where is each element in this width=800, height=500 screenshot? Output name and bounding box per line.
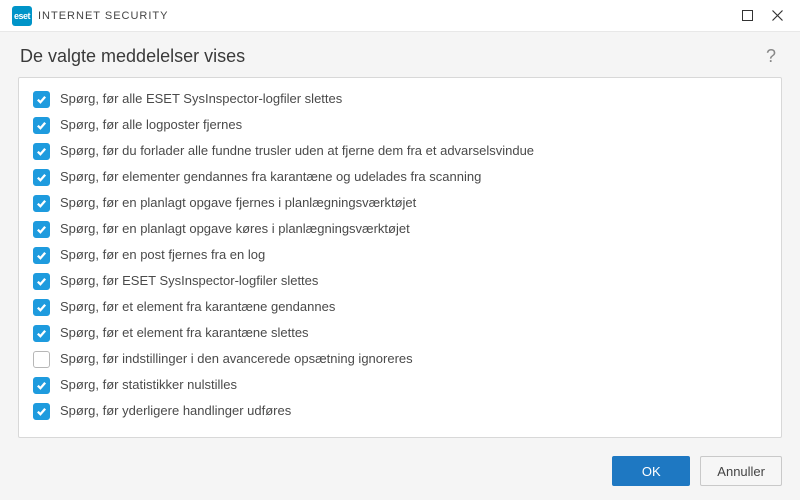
- notification-label: Spørg, før yderligere handlinger udføres: [60, 402, 291, 420]
- notification-checkbox[interactable]: [33, 377, 50, 394]
- list-item: Spørg, før et element fra karantæne gend…: [19, 294, 781, 320]
- check-icon: [36, 172, 47, 183]
- notification-label: Spørg, før statistikker nulstilles: [60, 376, 237, 394]
- list-item: Spørg, før alle logposter fjernes: [19, 112, 781, 138]
- check-icon: [36, 276, 47, 287]
- notification-label: Spørg, før alle logposter fjernes: [60, 116, 242, 134]
- list-item: Spørg, før elementer gendannes fra karan…: [19, 164, 781, 190]
- notification-label: Spørg, før et element fra karantæne gend…: [60, 298, 335, 316]
- titlebar: eset INTERNET SECURITY: [0, 0, 800, 32]
- notification-label: Spørg, før en post fjernes fra en log: [60, 246, 265, 264]
- notification-checkbox[interactable]: [33, 325, 50, 342]
- dialog-window: eset INTERNET SECURITY De valgte meddele…: [0, 0, 800, 500]
- list-item: Spørg, før en planlagt opgave fjernes i …: [19, 190, 781, 216]
- notification-checkbox[interactable]: [33, 117, 50, 134]
- notification-checkbox[interactable]: [33, 247, 50, 264]
- maximize-icon: [742, 10, 753, 21]
- list-item: Spørg, før et element fra karantæne slet…: [19, 320, 781, 346]
- maximize-button[interactable]: [732, 2, 762, 30]
- close-button[interactable]: [762, 2, 792, 30]
- check-icon: [36, 146, 47, 157]
- check-icon: [36, 198, 47, 209]
- notifications-panel: Spørg, før alle ESET SysInspector-logfil…: [18, 77, 782, 438]
- notification-label: Spørg, før elementer gendannes fra karan…: [60, 168, 481, 186]
- notification-label: Spørg, før en planlagt opgave køres i pl…: [60, 220, 410, 238]
- check-icon: [36, 380, 47, 391]
- notification-checkbox[interactable]: [33, 169, 50, 186]
- check-icon: [36, 406, 47, 417]
- notification-checkbox[interactable]: [33, 195, 50, 212]
- notification-checkbox[interactable]: [33, 143, 50, 160]
- help-button[interactable]: ?: [762, 46, 780, 67]
- dialog-footer: OK Annuller: [0, 446, 800, 500]
- list-item: Spørg, før du forlader alle fundne trusl…: [19, 138, 781, 164]
- check-icon: [36, 224, 47, 235]
- list-item: Spørg, før ESET SysInspector-logfiler sl…: [19, 268, 781, 294]
- notification-checkbox[interactable]: [33, 299, 50, 316]
- check-icon: [36, 328, 47, 339]
- notification-label: Spørg, før indstillinger i den avancered…: [60, 350, 413, 368]
- notification-checkbox[interactable]: [33, 351, 50, 368]
- list-item: Spørg, før statistikker nulstilles: [19, 372, 781, 398]
- notification-label: Spørg, før ESET SysInspector-logfiler sl…: [60, 272, 318, 290]
- list-item: Spørg, før alle ESET SysInspector-logfil…: [19, 86, 781, 112]
- notification-label: Spørg, før et element fra karantæne slet…: [60, 324, 309, 342]
- notifications-list[interactable]: Spørg, før alle ESET SysInspector-logfil…: [19, 78, 781, 437]
- check-icon: [36, 94, 47, 105]
- notification-checkbox[interactable]: [33, 91, 50, 108]
- check-icon: [36, 250, 47, 261]
- list-item: Spørg, før en post fjernes fra en log: [19, 242, 781, 268]
- notification-checkbox[interactable]: [33, 403, 50, 420]
- check-icon: [36, 120, 47, 131]
- app-logo: eset INTERNET SECURITY: [12, 6, 168, 26]
- product-name: INTERNET SECURITY: [38, 10, 168, 22]
- notification-label: Spørg, før du forlader alle fundne trusl…: [60, 142, 534, 160]
- check-icon: [36, 302, 47, 313]
- eset-logo-icon: eset: [12, 6, 32, 26]
- ok-button[interactable]: OK: [612, 456, 690, 486]
- notification-label: Spørg, før alle ESET SysInspector-logfil…: [60, 90, 342, 108]
- close-icon: [772, 10, 783, 21]
- page-title: De valgte meddelelser vises: [20, 46, 762, 67]
- dialog-header: De valgte meddelelser vises ?: [0, 32, 800, 77]
- notification-checkbox[interactable]: [33, 221, 50, 238]
- list-item: Spørg, før indstillinger i den avancered…: [19, 346, 781, 372]
- list-item: Spørg, før en planlagt opgave køres i pl…: [19, 216, 781, 242]
- cancel-button[interactable]: Annuller: [700, 456, 782, 486]
- notification-label: Spørg, før en planlagt opgave fjernes i …: [60, 194, 416, 212]
- list-item: Spørg, før yderligere handlinger udføres: [19, 398, 781, 424]
- notification-checkbox[interactable]: [33, 273, 50, 290]
